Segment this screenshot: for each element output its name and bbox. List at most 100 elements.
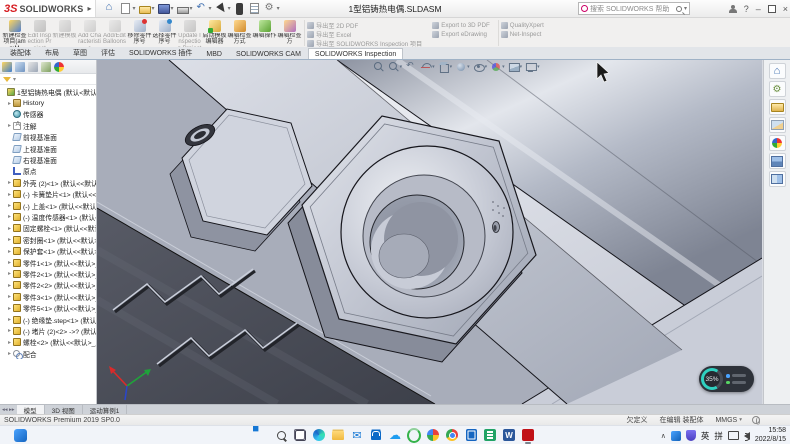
- dropdown-caret-icon[interactable]: ▾: [132, 5, 135, 12]
- expand-arrow-icon[interactable]: [6, 236, 13, 243]
- command-tab[interactable]: SOLIDWORKS Inspection: [308, 48, 403, 59]
- solidworks-app[interactable]: [521, 428, 535, 442]
- solidworks-forum[interactable]: [769, 171, 786, 187]
- dropdown-caret-icon[interactable]: ▾: [520, 64, 523, 70]
- expand-arrow-icon[interactable]: [6, 316, 13, 323]
- graphics-viewport[interactable]: ▾ ▾ ▾ ▾ ▾: [97, 60, 763, 404]
- task-view[interactable]: [293, 428, 307, 442]
- edge-browser[interactable]: [312, 428, 326, 442]
- expand-arrow-icon[interactable]: [6, 327, 13, 334]
- qat-button[interactable]: ▾: [158, 3, 174, 14]
- dropdown-caret-icon[interactable]: ▾: [209, 5, 212, 12]
- zoom-to-fit[interactable]: [374, 62, 385, 72]
- expand-arrow-icon[interactable]: [6, 305, 13, 312]
- tree-row[interactable]: 注解: [0, 120, 96, 131]
- expand-arrow-icon[interactable]: [6, 270, 13, 277]
- green-square-app[interactable]: [483, 428, 497, 442]
- qat-button[interactable]: [234, 3, 246, 15]
- qat-button[interactable]: ▾: [196, 3, 212, 15]
- section-view[interactable]: ▾: [421, 62, 435, 72]
- qat-button[interactable]: [249, 3, 261, 14]
- restore-button[interactable]: [768, 5, 776, 13]
- search-icon[interactable]: [676, 6, 682, 12]
- search-input[interactable]: 搜索 SOLIDWORKS 帮助: [590, 4, 674, 14]
- file-explorer[interactable]: [769, 99, 786, 115]
- tree-row[interactable]: (-) 上盖<1> (默认<<默认>_显示状: [0, 200, 96, 211]
- panel-tab-icon[interactable]: [28, 62, 38, 72]
- dropdown-caret-icon[interactable]: ▾: [190, 5, 193, 12]
- qat-button[interactable]: ▾: [215, 3, 231, 15]
- expand-arrow-icon[interactable]: [6, 293, 13, 300]
- command-tab[interactable]: 评估: [94, 45, 122, 59]
- menu-expand-arrow-icon[interactable]: ▸: [87, 4, 91, 13]
- dropdown-caret-icon[interactable]: ▾: [502, 64, 505, 70]
- ribbon-button[interactable]: 编辑检查方: [277, 19, 302, 47]
- command-tab[interactable]: SOLIDWORKS 插件: [122, 45, 199, 59]
- qat-button[interactable]: ▾: [177, 4, 193, 14]
- custom-properties[interactable]: [769, 153, 786, 169]
- expand-arrow-icon[interactable]: [6, 259, 13, 266]
- file-explorer[interactable]: [331, 428, 345, 442]
- tray-app-icon[interactable]: [671, 431, 681, 441]
- tree-row[interactable]: 原点: [0, 166, 96, 177]
- ribbon-button[interactable]: 选择零件序号: [152, 19, 177, 47]
- tree-row[interactable]: 1型铝铸热电偶 (默认<默认_显示状态-1>: [0, 86, 96, 97]
- hidden-icons-chevron[interactable]: ∧: [661, 432, 666, 440]
- panel-tab-icon[interactable]: [54, 62, 64, 72]
- expand-arrow-icon[interactable]: [6, 191, 13, 198]
- status-caret-icon[interactable]: ▾: [739, 417, 742, 423]
- expand-arrow-icon[interactable]: [6, 350, 13, 357]
- minimize-button[interactable]: –: [756, 5, 761, 14]
- panel-tab-icon[interactable]: [15, 62, 25, 72]
- command-tab[interactable]: 草图: [66, 45, 94, 59]
- search-dropdown-icon[interactable]: ▾: [684, 5, 687, 12]
- qat-button[interactable]: ▾: [120, 3, 135, 14]
- search-box[interactable]: 搜索 SOLIDWORKS 帮助 ▾: [578, 2, 690, 15]
- dropdown-caret-icon[interactable]: ▾: [400, 64, 403, 70]
- ribbon-button[interactable]: Add/Edit Balloons: [102, 19, 127, 47]
- ribbon-small-button[interactable]: Export to 3D PDF: [432, 21, 490, 29]
- expand-arrow-icon[interactable]: [6, 282, 13, 289]
- command-tab[interactable]: 布局: [38, 45, 66, 59]
- status-item[interactable]: 欠定义: [627, 415, 650, 425]
- dropdown-caret-icon[interactable]: ▾: [228, 5, 231, 12]
- tree-row[interactable]: 传感器: [0, 109, 96, 120]
- dropdown-caret-icon[interactable]: ▾: [537, 64, 540, 70]
- expand-arrow-icon[interactable]: [6, 100, 13, 107]
- command-tab[interactable]: SOLIDWORKS CAM: [229, 48, 308, 59]
- display-style[interactable]: ▾: [456, 62, 470, 72]
- expand-arrow-icon[interactable]: [6, 122, 13, 129]
- tree-row[interactable]: (-) 温度传感器<1> (默认<<默认>_: [0, 211, 96, 222]
- filter-caret-icon[interactable]: ▾: [13, 76, 16, 83]
- qat-button[interactable]: ▾: [264, 3, 280, 15]
- ribbon-small-button[interactable]: 导出至 SOLIDWORKS Inspection 项目: [307, 39, 422, 47]
- ribbon-small-button[interactable]: 导出至 2D PDF: [307, 21, 422, 29]
- network-monitor-icon[interactable]: [728, 431, 739, 440]
- tree-row[interactable]: (-) 绝缘垫.step<1> (默认<<默认>: [0, 314, 96, 325]
- tree-row[interactable]: History: [0, 97, 96, 108]
- status-item[interactable]: 在编辑 装配体: [660, 415, 706, 425]
- solidworks-resources[interactable]: [769, 63, 786, 79]
- ribbon-button[interactable]: Update Inspection Project: [177, 19, 202, 47]
- tree-row[interactable]: 零件1<1> (默认<<默认>_显示状态: [0, 257, 96, 268]
- tree-row[interactable]: (-) 卡簧垫片<1> (默认<<默认>_显: [0, 189, 96, 200]
- apply-scene[interactable]: ▾: [509, 62, 523, 72]
- dropdown-caret-icon[interactable]: ▾: [450, 64, 453, 70]
- filter-funnel-icon[interactable]: [3, 77, 11, 82]
- tree-row[interactable]: 配合: [0, 348, 96, 359]
- status-globe-icon[interactable]: [752, 416, 760, 424]
- mail-app[interactable]: [350, 428, 364, 442]
- command-tab[interactable]: 装配体: [3, 45, 38, 59]
- panel-tab-icon[interactable]: [2, 62, 12, 72]
- view-settings[interactable]: ▾: [526, 62, 540, 72]
- ribbon-small-button[interactable]: Export eDrawing: [432, 30, 490, 38]
- ribbon-button[interactable]: Edit Inspection Project: [27, 19, 52, 47]
- expand-arrow-icon[interactable]: [6, 213, 13, 220]
- microsoft-store[interactable]: [369, 428, 383, 442]
- ribbon-button[interactable]: 编辑检查方式: [227, 19, 252, 47]
- close-button[interactable]: ×: [783, 5, 788, 14]
- tree-row[interactable]: 上视基准面: [0, 143, 96, 154]
- expand-arrow-icon[interactable]: [6, 202, 13, 209]
- ribbon-button[interactable]: Add Characteristic: [77, 19, 102, 47]
- tree-row[interactable]: 零件2<1> (默认<<默认>_显示状态: [0, 268, 96, 279]
